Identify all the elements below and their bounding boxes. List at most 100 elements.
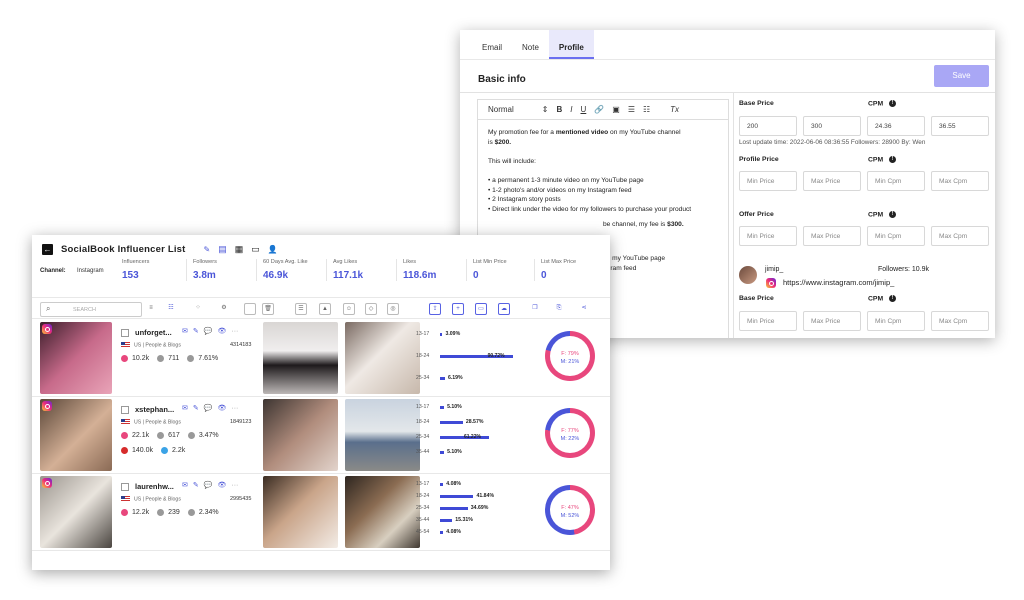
add-icon[interactable]: + <box>452 303 464 315</box>
grid-view-icon[interactable]: ▦ <box>235 244 244 255</box>
view-icon[interactable]: 👁 <box>217 328 226 335</box>
base-min-cpm-input[interactable]: 24.36 <box>867 116 925 136</box>
tag-icon[interactable]: ◇ <box>365 303 377 315</box>
edit-icon[interactable]: ✎ <box>193 482 199 489</box>
chat-icon[interactable]: 💬 <box>204 328 213 335</box>
offer-min-cpm-input[interactable]: Min Cpm <box>867 226 925 246</box>
save-button[interactable]: Save <box>934 65 989 87</box>
post-thumbnail[interactable] <box>345 399 420 471</box>
format-select[interactable]: Normal <box>488 105 514 114</box>
underline-button[interactable]: U <box>581 105 587 114</box>
bold-button[interactable]: B <box>556 105 562 114</box>
tab-email[interactable]: Email <box>472 30 512 59</box>
back-button[interactable]: ← <box>42 243 53 255</box>
clear-format-button[interactable]: Tx <box>670 105 679 114</box>
profile-max-price-input[interactable]: Max Price <box>803 171 861 191</box>
ordered-list-icon[interactable]: ☰ <box>628 105 635 114</box>
list-view-icon[interactable]: ▤ <box>218 244 227 255</box>
offer-max-price-input[interactable]: Max Price <box>803 226 861 246</box>
location-icon[interactable]: ◎ <box>387 303 399 315</box>
engagement-icon <box>187 509 195 516</box>
twitter-metric: 2.2k <box>161 447 189 454</box>
list-view-icon[interactable]: ☷ <box>165 303 177 315</box>
share-icon[interactable]: ⋖ <box>578 303 590 315</box>
post-thumbnail[interactable] <box>263 476 338 548</box>
row-actions: ✉ ✎ 💬 👁 ··· <box>182 327 243 335</box>
email-icon[interactable]: ✉ <box>182 328 188 335</box>
info-icon[interactable]: ! <box>889 156 897 163</box>
filter-list-icon[interactable]: ☰ <box>295 303 307 315</box>
chat-icon[interactable]: 💬 <box>204 482 213 489</box>
search-input[interactable]: SEARCH <box>40 302 142 317</box>
base-min-price-input[interactable]: 200 <box>739 116 797 136</box>
engagement-metric: 7.61% <box>187 355 222 362</box>
post-thumbnail[interactable] <box>263 322 338 394</box>
edit-icon[interactable]: ✎ <box>193 405 199 412</box>
edit-icon[interactable]: ✎ <box>204 245 211 254</box>
base-max-price-input[interactable]: 300 <box>803 116 861 136</box>
base-max-cpm-input[interactable]: 36.55 <box>931 116 989 136</box>
profile-max-cpm-input[interactable]: Max Cpm <box>931 171 989 191</box>
influencer-name[interactable]: xstephan... <box>135 405 174 414</box>
heart-icon <box>157 355 165 362</box>
category-text: US | People & Blogs <box>134 419 181 426</box>
email-icon[interactable]: ✉ <box>182 405 188 412</box>
bullet-list-icon[interactable]: ☷ <box>643 105 650 114</box>
image-upload-icon[interactable]: ▲ <box>319 303 331 315</box>
user-settings-icon[interactable]: ☺ <box>343 303 355 315</box>
settings-icon[interactable]: ⚙ <box>218 303 230 315</box>
age-range-label: 13-17 <box>416 331 430 337</box>
copy-icon[interactable]: ❐ <box>529 303 541 315</box>
more-icon[interactable]: ··· <box>231 482 238 489</box>
menu-icon[interactable]: ≡ <box>145 303 157 315</box>
likes-value: 617 <box>168 432 180 440</box>
more-icon[interactable]: ··· <box>231 328 238 335</box>
card-view-icon[interactable]: ▭ <box>251 244 260 255</box>
view-icon[interactable]: 👁 <box>217 482 226 489</box>
inbox-icon[interactable]: ⎘ <box>553 303 565 315</box>
row-actions: ✉ ✎ 💬 👁 ··· <box>182 404 243 412</box>
offer-max-cpm-input[interactable]: Max Cpm <box>931 226 989 246</box>
more-icon[interactable]: ··· <box>231 405 238 412</box>
add-user-icon[interactable]: 👤 <box>268 245 278 254</box>
account-url[interactable]: https://www.instagram.com/jimip_ <box>783 278 894 287</box>
cpm-label: CPM! <box>868 156 897 163</box>
info-icon[interactable]: ! <box>889 295 897 302</box>
export-icon[interactable]: ⇪ <box>429 303 441 315</box>
tab-note[interactable]: Note <box>512 30 549 59</box>
chat-icon[interactable]: 💬 <box>204 405 213 412</box>
row-checkbox[interactable] <box>121 483 129 491</box>
post-thumbnail[interactable] <box>345 476 420 548</box>
info-icon[interactable]: ! <box>889 211 897 218</box>
italic-button[interactable]: I <box>570 105 572 114</box>
row-checkbox[interactable] <box>121 329 129 337</box>
profile-min-cpm-input[interactable]: Min Cpm <box>867 171 925 191</box>
account-max-cpm-input[interactable]: Max Cpm <box>931 311 989 331</box>
grid-view-icon[interactable]: ⁘ <box>192 303 204 315</box>
view-icon[interactable]: 👁 <box>217 405 226 412</box>
row-checkbox[interactable] <box>121 406 129 414</box>
link-icon[interactable]: 🔗 <box>594 105 604 114</box>
checkbox-icon[interactable] <box>244 303 256 315</box>
age-range-label: 35-44 <box>416 517 430 523</box>
tab-profile[interactable]: Profile <box>548 30 594 59</box>
account-max-price-input[interactable]: Max Price <box>803 311 861 331</box>
account-min-cpm-input[interactable]: Min Cpm <box>867 311 925 331</box>
trash-icon[interactable]: 🗑 <box>262 303 274 315</box>
engagement-icon <box>187 432 195 439</box>
cloud-upload-icon[interactable]: ☁ <box>498 303 510 315</box>
account-min-price-input[interactable]: Min Price <box>739 311 797 331</box>
influencer-name[interactable]: unforget... <box>135 328 172 337</box>
post-thumbnail[interactable] <box>263 399 338 471</box>
edit-icon[interactable]: ✎ <box>193 328 199 335</box>
document-icon[interactable]: ▭ <box>475 303 487 315</box>
image-icon[interactable]: ▣ <box>612 105 620 114</box>
email-icon[interactable]: ✉ <box>182 482 188 489</box>
post-thumbnail[interactable] <box>345 322 420 394</box>
info-icon[interactable]: ! <box>889 100 897 107</box>
profile-min-price-input[interactable]: Min Price <box>739 171 797 191</box>
offer-min-price-input[interactable]: Min Price <box>739 226 797 246</box>
stat-item: Followers 3.8m <box>186 259 217 281</box>
age-bar-row: 18-24 41.84% <box>416 493 494 499</box>
influencer-name[interactable]: laurenhw... <box>135 482 174 491</box>
